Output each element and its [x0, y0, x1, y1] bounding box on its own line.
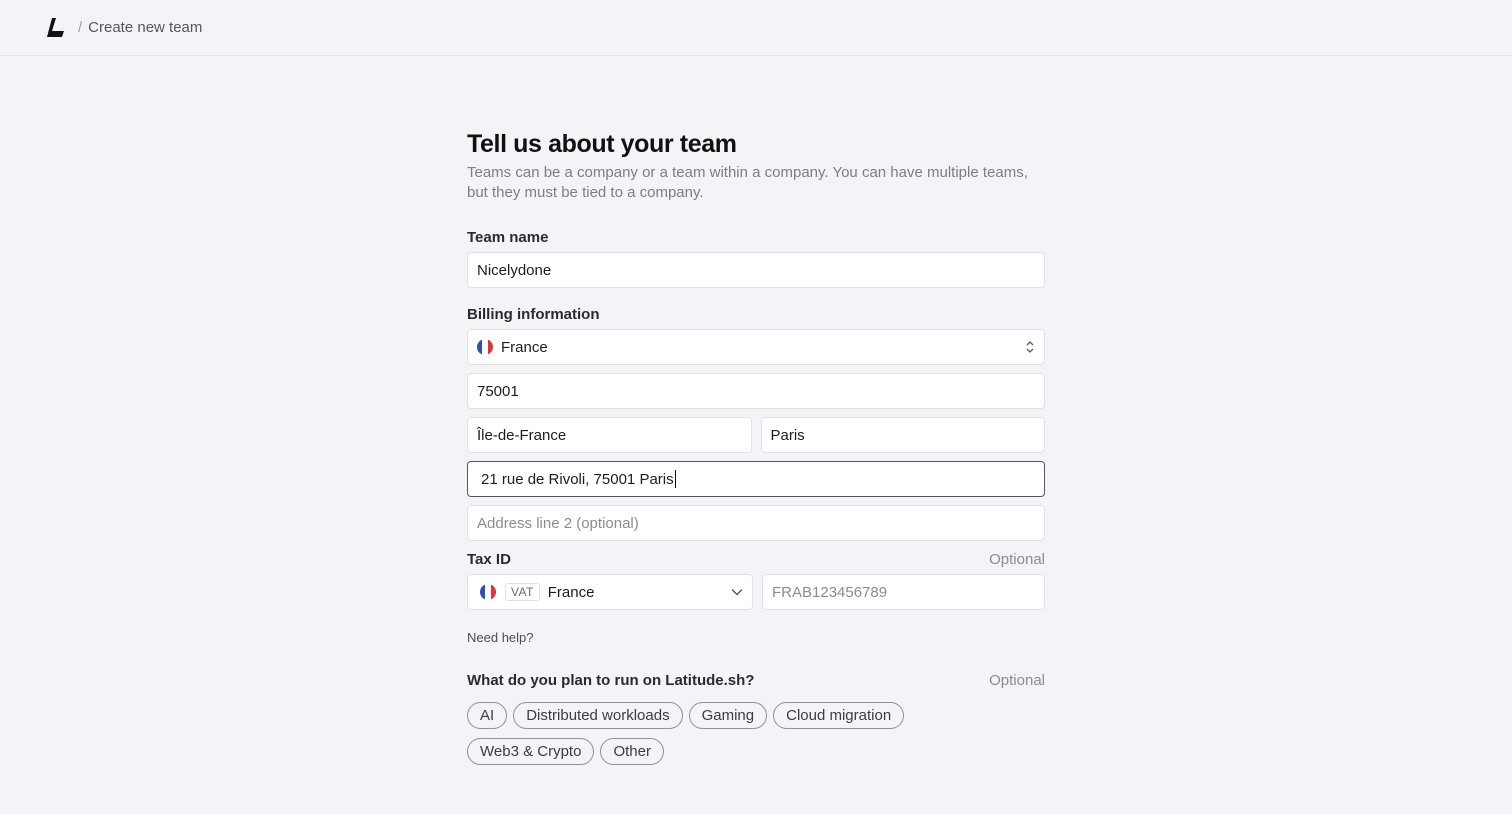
region-field[interactable]	[467, 417, 752, 453]
address-line1-field[interactable]: 21 rue de Rivoli, 75001 Paris	[467, 461, 1045, 497]
region-input[interactable]	[477, 426, 742, 444]
plan-chip-gaming[interactable]: Gaming	[688, 702, 768, 729]
address-line1-input[interactable]: 21 rue de Rivoli, 75001 Paris	[481, 471, 674, 488]
plan-optional: Optional	[989, 672, 1045, 689]
plan-chip-distributed-workloads[interactable]: Distributed workloads	[513, 702, 683, 729]
tax-id-label: Tax ID	[467, 551, 511, 568]
page-title: Tell us about your team	[467, 130, 737, 158]
plan-chip-web3-crypto[interactable]: Web3 & Crypto	[467, 738, 595, 765]
billing-country-select[interactable]: France	[467, 329, 1045, 365]
vat-badge: VAT	[505, 583, 540, 601]
plan-label: What do you plan to run on Latitude.sh?	[467, 672, 755, 689]
plan-chip-cloud-migration[interactable]: Cloud migration	[773, 702, 905, 729]
latitude-logo-icon[interactable]	[46, 17, 66, 39]
text-cursor	[674, 470, 676, 488]
page-subtitle: Teams can be a company or a team within …	[467, 164, 1028, 201]
plan-chip-other[interactable]: Other	[600, 738, 664, 765]
city-input[interactable]	[770, 426, 1035, 444]
postal-code-input[interactable]	[477, 382, 1035, 400]
billing-country-value: France	[501, 338, 548, 356]
chevron-down-icon	[731, 589, 743, 596]
tax-country-value: France	[547, 583, 595, 601]
need-help-link[interactable]: Need help?	[467, 630, 1045, 645]
create-team-form: Tell us about your team Teams can be a c…	[467, 128, 1045, 765]
team-name-input[interactable]	[477, 261, 1035, 279]
address-line2-input[interactable]	[477, 514, 1035, 532]
france-flag-icon	[477, 339, 493, 355]
chevron-up-down-icon	[1026, 341, 1034, 353]
tax-id-field[interactable]	[762, 574, 1045, 610]
address-line2-field[interactable]	[467, 505, 1045, 541]
plan-options: AI Distributed workloads Gaming Cloud mi…	[467, 702, 927, 765]
breadcrumb-separator: /	[78, 19, 83, 36]
plan-chip-ai[interactable]: AI	[467, 702, 508, 729]
tax-id-optional: Optional	[989, 551, 1045, 568]
top-bar: / Create new team	[0, 0, 1512, 56]
team-name-label: Team name	[467, 229, 549, 246]
tax-type-select[interactable]: VAT France	[467, 574, 753, 610]
breadcrumb-current: Create new team	[88, 19, 203, 36]
team-name-field[interactable]	[467, 252, 1045, 288]
postal-code-field[interactable]	[467, 373, 1045, 409]
city-field[interactable]	[760, 417, 1045, 453]
billing-label: Billing information	[467, 306, 600, 323]
tax-id-input[interactable]	[772, 583, 1035, 601]
france-flag-icon	[480, 584, 496, 600]
